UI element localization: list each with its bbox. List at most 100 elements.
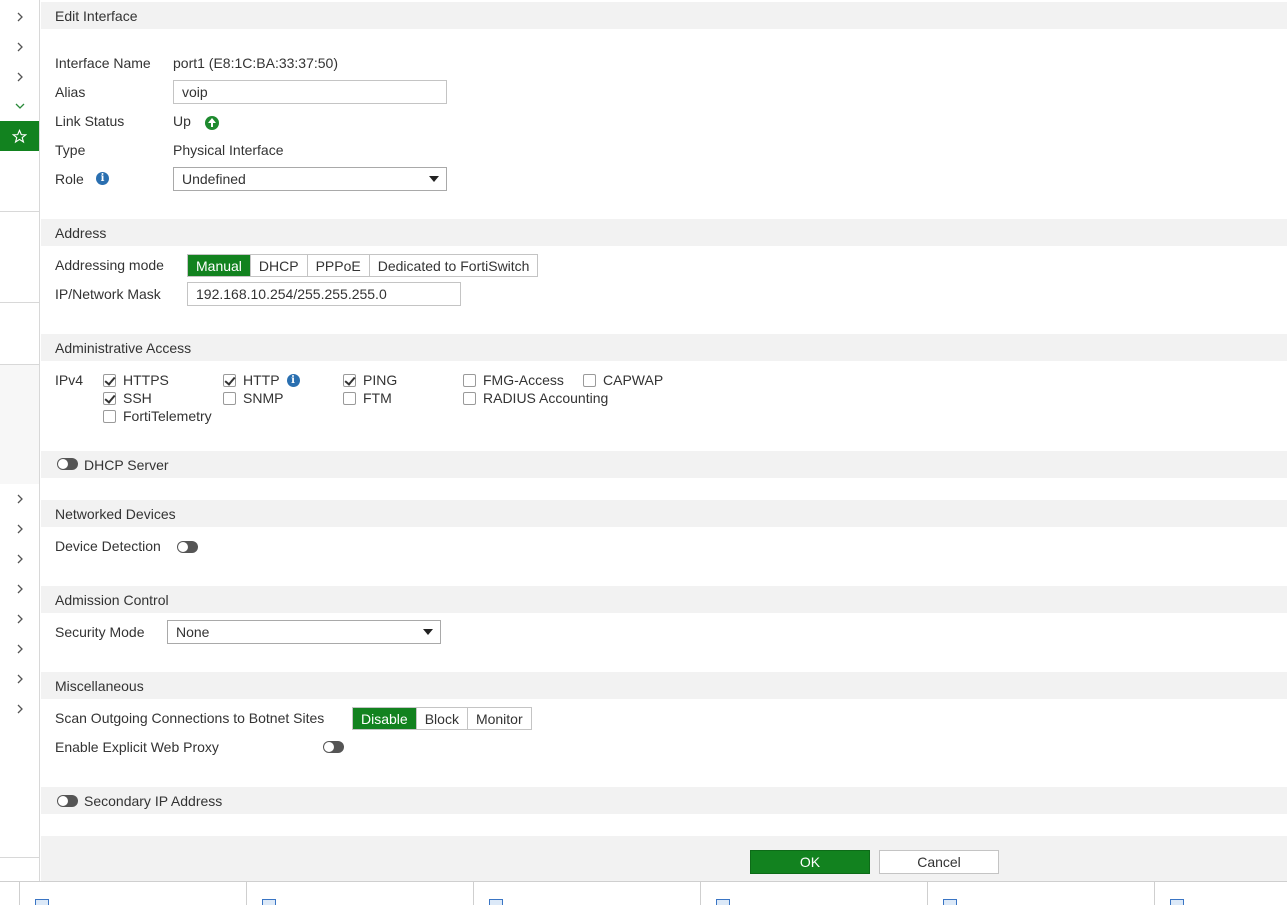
mode-pppoe-button[interactable]: PPPoE bbox=[307, 255, 370, 276]
taskbar-item[interactable] bbox=[927, 882, 1153, 905]
snmp-label: SNMP bbox=[243, 390, 284, 406]
type-label: Type bbox=[55, 142, 86, 158]
ftm-label: FTM bbox=[363, 390, 392, 406]
sidebar-expand-chevron-5[interactable] bbox=[0, 514, 39, 544]
admin-access-section-header: Administrative Access bbox=[41, 334, 1287, 361]
sidebar-expand-chevron-11[interactable] bbox=[0, 694, 39, 724]
taskbar-item[interactable] bbox=[19, 882, 245, 905]
sidebar-expand-chevron-1[interactable] bbox=[0, 2, 39, 32]
mode-fortiswitch-button[interactable]: Dedicated to FortiSwitch bbox=[369, 255, 538, 276]
chevron-right-icon bbox=[17, 494, 23, 504]
checkbox-box[interactable] bbox=[103, 373, 116, 387]
ping-checkbox[interactable]: PING bbox=[343, 372, 397, 388]
botnet-monitor-button[interactable]: Monitor bbox=[467, 708, 531, 729]
taskbar-item[interactable] bbox=[700, 882, 926, 905]
fortitelemetry-checkbox[interactable]: FortiTelemetry bbox=[103, 408, 212, 424]
sidebar-expand-chevron-4[interactable] bbox=[0, 484, 39, 514]
chevron-right-icon bbox=[17, 614, 23, 624]
cancel-button[interactable]: Cancel bbox=[879, 850, 999, 874]
role-info-icon[interactable]: i bbox=[96, 172, 109, 185]
checkbox-box[interactable] bbox=[223, 373, 236, 387]
sidebar-expand-chevron-10[interactable] bbox=[0, 664, 39, 694]
snmp-checkbox[interactable]: SNMP bbox=[223, 390, 283, 406]
secondary-ip-toggle[interactable] bbox=[57, 795, 78, 807]
botnet-block-button[interactable]: Block bbox=[416, 708, 468, 729]
alias-input[interactable]: voip bbox=[173, 80, 447, 104]
ssh-label: SSH bbox=[123, 390, 152, 406]
dhcp-server-section-header: DHCP Server bbox=[41, 451, 1287, 478]
link-status-value: Up bbox=[173, 113, 191, 129]
link-up-icon bbox=[205, 116, 219, 130]
ping-label: PING bbox=[363, 372, 398, 388]
capwap-checkbox[interactable]: CAPWAP bbox=[583, 372, 663, 388]
radius-accounting-checkbox[interactable]: RADIUS Accounting bbox=[463, 390, 608, 406]
sidebar-expand-chevron-3[interactable] bbox=[0, 62, 39, 92]
explicit-web-proxy-toggle[interactable] bbox=[323, 741, 344, 753]
chevron-right-icon bbox=[17, 524, 23, 534]
secondary-ip-section-header: Secondary IP Address bbox=[41, 787, 1287, 814]
http-label: HTTP bbox=[243, 372, 280, 388]
role-label: Role bbox=[55, 171, 84, 187]
checkbox-box[interactable] bbox=[463, 373, 476, 387]
interface-name-value: port1 (E8:1C:BA:33:37:50) bbox=[173, 55, 338, 71]
checkbox-box[interactable] bbox=[223, 391, 236, 405]
chevron-right-icon bbox=[17, 674, 23, 684]
dialog-footer bbox=[41, 836, 1287, 881]
fortitelemetry-label: FortiTelemetry bbox=[123, 408, 212, 424]
dropdown-caret-icon bbox=[429, 176, 439, 182]
dialog-title: Edit Interface bbox=[41, 2, 1287, 29]
addressing-mode-label: Addressing mode bbox=[55, 257, 164, 273]
window-icon bbox=[489, 899, 503, 905]
security-mode-label: Security Mode bbox=[55, 624, 145, 640]
sidebar-expand-chevron-9[interactable] bbox=[0, 634, 39, 664]
checkbox-box[interactable] bbox=[463, 391, 476, 405]
checkbox-box[interactable] bbox=[343, 391, 356, 405]
device-detection-label: Device Detection bbox=[55, 538, 161, 554]
window-icon bbox=[35, 899, 49, 905]
checkbox-box[interactable] bbox=[103, 391, 116, 405]
taskbar-item[interactable] bbox=[246, 882, 472, 905]
fmg-access-checkbox[interactable]: FMG-Access bbox=[463, 372, 564, 388]
taskbar-item[interactable] bbox=[1154, 882, 1287, 905]
mode-manual-button[interactable]: Manual bbox=[188, 255, 251, 276]
https-checkbox[interactable]: HTTPS bbox=[103, 372, 169, 388]
taskbar-item[interactable] bbox=[473, 882, 699, 905]
ftm-checkbox[interactable]: FTM bbox=[343, 390, 392, 406]
sidebar-favorite-item[interactable] bbox=[0, 121, 39, 151]
role-select[interactable]: Undefined bbox=[173, 167, 447, 191]
sidebar-expand-chevron-8[interactable] bbox=[0, 604, 39, 634]
sidebar-expand-chevron-6[interactable] bbox=[0, 544, 39, 574]
chevron-right-icon bbox=[17, 42, 23, 52]
device-detection-toggle[interactable] bbox=[177, 541, 198, 553]
dropdown-caret-icon bbox=[423, 629, 433, 635]
explicit-web-proxy-label: Enable Explicit Web Proxy bbox=[55, 739, 219, 755]
interface-name-label: Interface Name bbox=[55, 55, 151, 71]
sidebar-expand-chevron-7[interactable] bbox=[0, 574, 39, 604]
mode-dhcp-button[interactable]: DHCP bbox=[250, 255, 308, 276]
botnet-disable-button[interactable]: Disable bbox=[353, 708, 417, 729]
chevron-right-icon bbox=[17, 584, 23, 594]
role-select-value: Undefined bbox=[182, 171, 246, 187]
ip-mask-input[interactable]: 192.168.10.254/255.255.255.0 bbox=[187, 282, 461, 306]
star-icon bbox=[12, 128, 27, 143]
https-label: HTTPS bbox=[123, 372, 169, 388]
admission-control-section-header: Admission Control bbox=[41, 586, 1287, 613]
window-icon bbox=[1170, 899, 1184, 905]
left-sidebar bbox=[0, 0, 40, 881]
radius-accounting-label: RADIUS Accounting bbox=[483, 390, 609, 406]
type-value: Physical Interface bbox=[173, 142, 284, 158]
checkbox-box[interactable] bbox=[343, 373, 356, 387]
chevron-right-icon bbox=[17, 554, 23, 564]
chevron-right-icon bbox=[17, 72, 23, 82]
ssh-checkbox[interactable]: SSH bbox=[103, 390, 152, 406]
checkbox-box[interactable] bbox=[583, 373, 596, 387]
security-mode-select[interactable]: None bbox=[167, 620, 441, 644]
http-checkbox[interactable]: HTTP i bbox=[223, 372, 300, 388]
http-info-icon[interactable]: i bbox=[286, 373, 300, 387]
sidebar-expand-chevron-2[interactable] bbox=[0, 32, 39, 62]
ip-mask-label: IP/Network Mask bbox=[55, 286, 161, 302]
checkbox-box[interactable] bbox=[103, 409, 116, 423]
ok-button[interactable]: OK bbox=[750, 850, 870, 874]
dhcp-server-toggle[interactable] bbox=[57, 458, 78, 470]
sidebar-collapse-chevron[interactable] bbox=[0, 91, 39, 121]
